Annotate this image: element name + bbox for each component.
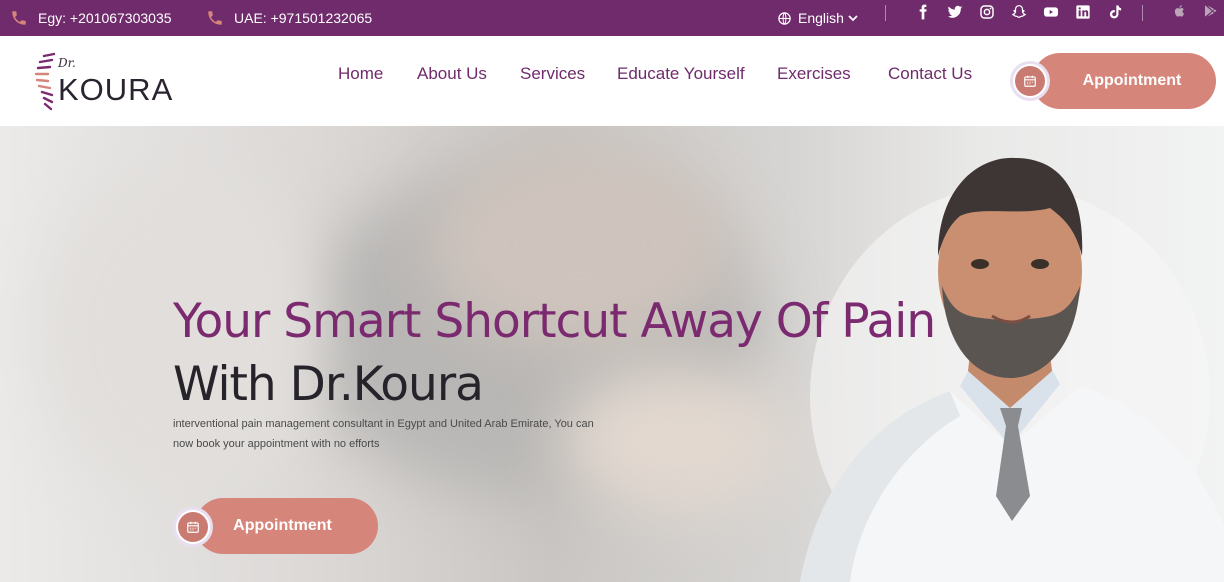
nav-educate-yourself[interactable]: Educate Yourself — [617, 64, 745, 84]
phone-uae[interactable]: UAE: +971501232065 — [206, 0, 372, 36]
snapchat-icon[interactable] — [1010, 4, 1027, 21]
facebook-icon[interactable] — [914, 4, 931, 21]
divider — [1142, 5, 1143, 21]
hero-title-line2: With Dr.Koura — [173, 357, 484, 412]
doctor-photo — [800, 157, 1224, 582]
twitter-icon[interactable] — [946, 4, 963, 21]
phone-icon — [12, 11, 26, 25]
appointment-icon-wrap — [1010, 61, 1050, 101]
nav-about-us[interactable]: About Us — [417, 64, 487, 84]
linkedin-icon[interactable] — [1074, 4, 1091, 21]
social-links — [914, 0, 1138, 24]
hero-title-line1: Your Smart Shortcut Away Of Pain — [173, 294, 936, 349]
phone-egypt[interactable]: Egy: +201067303035 — [10, 0, 172, 36]
hero-appointment-button[interactable]: Appointment — [173, 498, 378, 554]
phone-icon — [208, 11, 222, 25]
top-bar: Egy: +201067303035 UAE: +971501232065 En… — [0, 0, 1224, 36]
hero-subtitle: interventional pain management consultan… — [173, 418, 594, 450]
nav-home[interactable]: Home — [338, 64, 383, 84]
nav-exercises[interactable]: Exercises — [777, 64, 851, 84]
youtube-icon[interactable] — [1042, 4, 1059, 21]
language-selector[interactable]: English — [777, 0, 858, 36]
appointment-label: Appointment — [195, 498, 378, 554]
apple-icon[interactable] — [1173, 4, 1189, 20]
app-store-links — [1173, 0, 1224, 24]
nav-contact-us[interactable]: Contact Us — [888, 64, 972, 84]
divider — [885, 5, 886, 21]
site-header: Dr. KOURA Home About Us Services Educate… — [0, 36, 1224, 126]
google-play-icon[interactable] — [1203, 4, 1219, 20]
phone-uae-text: UAE: +971501232065 — [234, 10, 373, 26]
nav-services[interactable]: Services — [520, 64, 585, 84]
hero-section: Your Smart Shortcut Away Of Pain With Dr… — [0, 126, 1224, 582]
header-appointment-button[interactable]: Appointment — [1010, 53, 1216, 109]
tiktok-icon[interactable] — [1106, 4, 1123, 21]
instagram-icon[interactable] — [978, 4, 995, 21]
appointment-label: Appointment — [1032, 53, 1216, 109]
appointment-icon-wrap — [173, 507, 213, 547]
chevron-down-icon — [848, 15, 858, 22]
phone-egypt-text: Egy: +201067303035 — [38, 10, 172, 26]
calendar-icon — [1024, 75, 1036, 87]
language-label: English — [798, 10, 844, 26]
calendar-icon — [187, 521, 199, 533]
globe-icon — [778, 11, 791, 25]
